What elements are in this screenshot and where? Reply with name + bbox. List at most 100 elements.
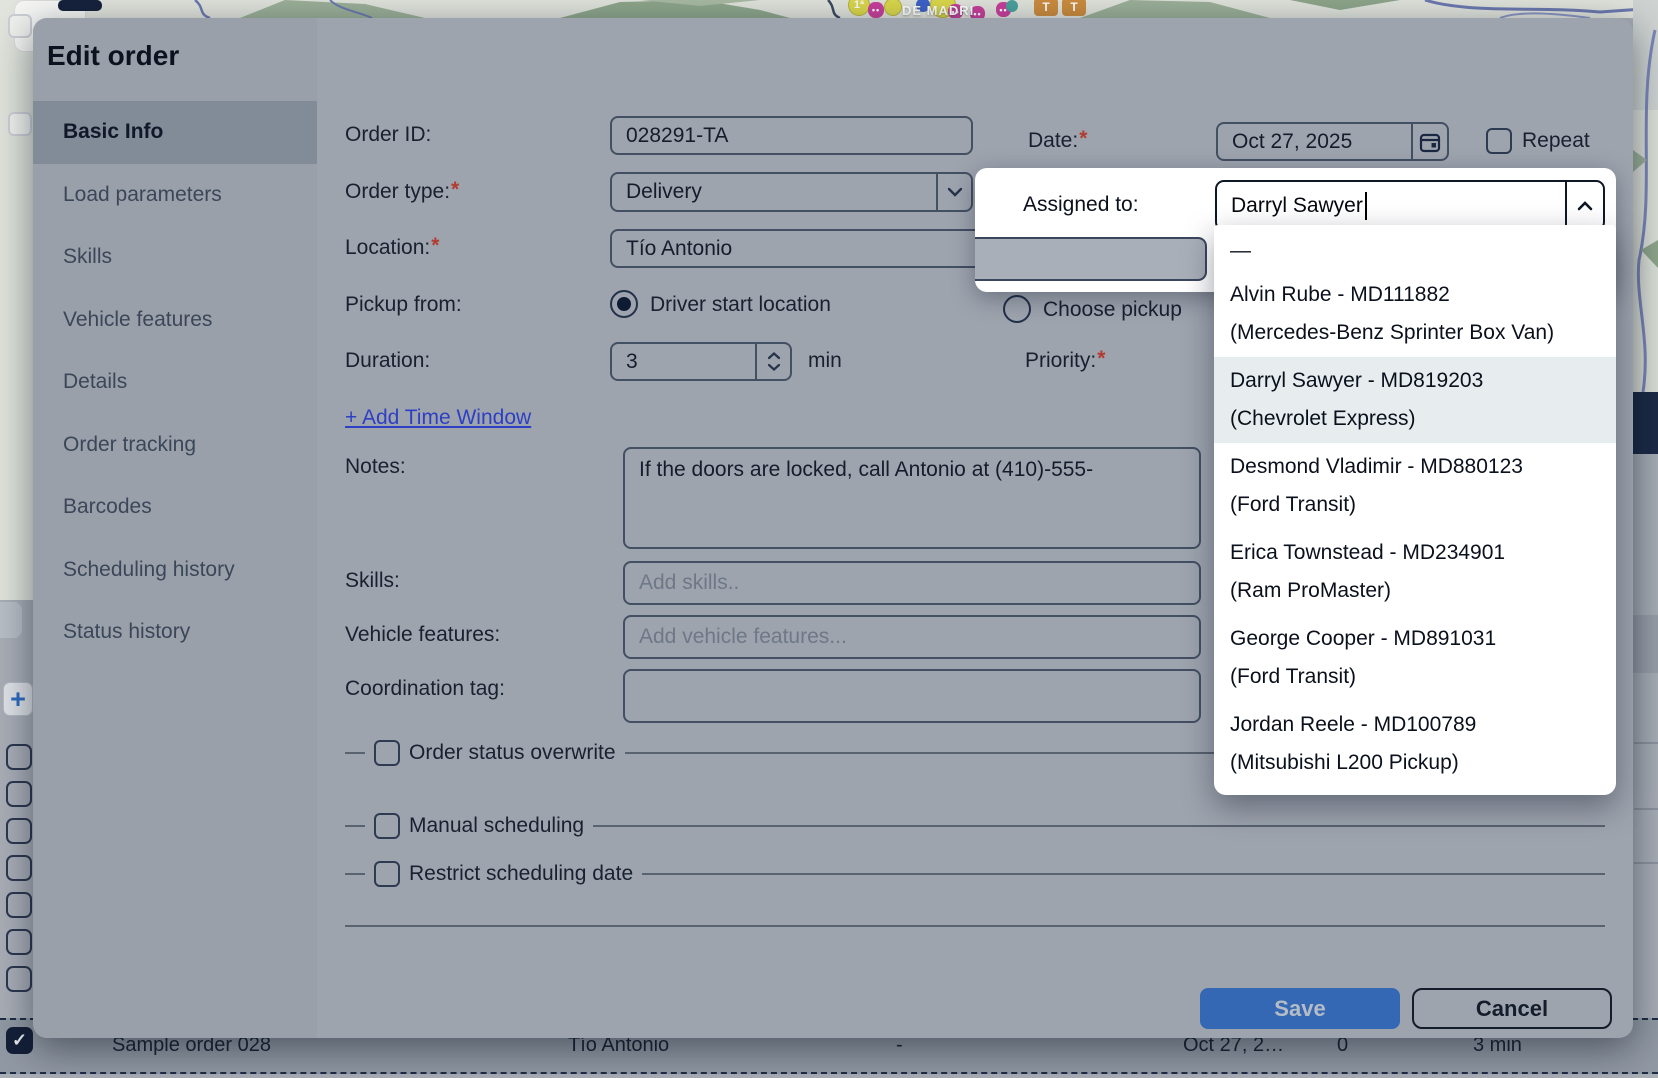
- map-zoom-control[interactable]: [8, 14, 32, 38]
- background-map-right: [1633, 0, 1658, 392]
- dropdown-option-alvin-rube[interactable]: Alvin Rube - MD111882(Mercedes-Benz Spri…: [1214, 271, 1616, 357]
- modal-sidebar: Edit order Basic Info Load parameters Sk…: [33, 18, 317, 1038]
- assigned-to-dropdown-list: — Alvin Rube - MD111882(Mercedes-Benz Sp…: [1214, 225, 1616, 795]
- row-checkbox-checked[interactable]: ✓: [6, 1027, 33, 1054]
- divider: [593, 825, 1605, 827]
- background-map-top: 1ª •• •• •• •• T T DE MADRI: [0, 0, 1658, 18]
- restrict-scheduling-date-section: Restrict scheduling date: [345, 860, 1605, 888]
- background-table-line: [1634, 742, 1658, 744]
- add-order-button[interactable]: +: [3, 682, 33, 716]
- vehicle-features-placeholder: Add vehicle features...: [639, 625, 847, 649]
- dropdown-option-erica-townstead[interactable]: Erica Townstead - MD234901(Ram ProMaster…: [1214, 529, 1616, 615]
- sidebar-items: Basic Info Load parameters Skills Vehicl…: [33, 101, 317, 664]
- calendar-icon[interactable]: [1411, 124, 1447, 159]
- skills-label: Skills:: [345, 561, 400, 601]
- screen: 1ª •• •• •• •• T T DE MADRI +: [0, 0, 1658, 1078]
- footer-divider: [345, 925, 1605, 927]
- row-checkbox[interactable]: [6, 781, 32, 807]
- assigned-to-value: Darryl Sawyer: [1231, 194, 1363, 218]
- sidebar-item-scheduling-history[interactable]: Scheduling history: [33, 539, 317, 602]
- map-cluster-badge: 1ª: [854, 0, 864, 11]
- divider: [345, 825, 365, 827]
- required-asterisk: *: [1097, 347, 1105, 370]
- coordination-tag-input[interactable]: [623, 669, 1201, 723]
- sidebar-item-load-parameters[interactable]: Load parameters: [33, 164, 317, 227]
- choose-pickup-radio[interactable]: [1003, 295, 1031, 323]
- modal-title: Edit order: [47, 40, 179, 72]
- repeat-label: Repeat: [1522, 121, 1590, 161]
- text-cursor: [1365, 192, 1367, 220]
- order-id-label: Order ID:: [345, 115, 431, 155]
- priority-label: Priority:*: [1025, 341, 1105, 381]
- restrict-scheduling-date-label: Restrict scheduling date: [409, 862, 633, 886]
- skills-placeholder: Add skills..: [639, 571, 739, 595]
- dropdown-option-desmond-vladimir[interactable]: Desmond Vladimir - MD880123(Ford Transit…: [1214, 443, 1616, 529]
- radio-selected-dot: [617, 297, 631, 311]
- chevron-up-icon[interactable]: [1565, 182, 1603, 229]
- location-input-highlight-segment: [975, 237, 1207, 281]
- manual-scheduling-section: Manual scheduling: [345, 812, 1605, 840]
- add-time-window-link[interactable]: + Add Time Window: [345, 398, 531, 438]
- save-button[interactable]: Save: [1200, 988, 1400, 1029]
- order-status-overwrite-checkbox[interactable]: [374, 740, 400, 766]
- manual-scheduling-checkbox[interactable]: [374, 813, 400, 839]
- required-asterisk: *: [431, 234, 439, 257]
- dropdown-option-jordan-reele[interactable]: Jordan Reele - MD100789(Mitsubishi L200 …: [1214, 701, 1616, 787]
- vehicle-features-input[interactable]: Add vehicle features...: [623, 615, 1201, 659]
- choose-pickup-label: Choose pickup: [1043, 290, 1182, 330]
- background-scroll-thumb: [1633, 615, 1658, 673]
- divider: [642, 873, 1605, 875]
- chevron-down-icon[interactable]: [936, 174, 971, 210]
- required-asterisk: *: [451, 178, 459, 201]
- sidebar-item-basic-info[interactable]: Basic Info: [33, 101, 317, 164]
- row-checkbox[interactable]: [6, 892, 32, 918]
- map-marker-magenta: ••: [868, 2, 884, 18]
- sidebar-item-skills[interactable]: Skills: [33, 226, 317, 289]
- order-type-label: Order type:*: [345, 172, 459, 212]
- duration-label: Duration:: [345, 341, 430, 381]
- sidebar-item-order-tracking[interactable]: Order tracking: [33, 414, 317, 477]
- row-checkbox[interactable]: [6, 818, 32, 844]
- restrict-scheduling-date-checkbox[interactable]: [374, 861, 400, 887]
- order-type-select[interactable]: Delivery: [610, 172, 973, 212]
- assigned-to-combobox[interactable]: Darryl Sawyer: [1215, 180, 1605, 231]
- row-checkbox[interactable]: [6, 966, 32, 992]
- row-checkbox[interactable]: [6, 855, 32, 881]
- duration-input[interactable]: 3: [610, 342, 792, 381]
- row-checkbox[interactable]: [6, 744, 32, 770]
- dropdown-option-none[interactable]: —: [1214, 231, 1616, 271]
- order-id-input[interactable]: 028291-TA: [610, 116, 973, 155]
- background-panel-navy: [1633, 392, 1658, 454]
- row-checkbox[interactable]: [6, 929, 32, 955]
- sidebar-item-barcodes[interactable]: Barcodes: [33, 476, 317, 539]
- dropdown-option-darryl-sawyer[interactable]: Darryl Sawyer - MD819203(Chevrolet Expre…: [1214, 357, 1616, 443]
- coordination-tag-label: Coordination tag:: [345, 669, 505, 709]
- repeat-checkbox[interactable]: [1486, 128, 1512, 154]
- pickup-from-label: Pickup from:: [345, 285, 462, 325]
- location-label: Location:*: [345, 228, 439, 268]
- map-menu-icon: [58, 0, 102, 11]
- assigned-to-label: Assigned to:: [1023, 185, 1139, 225]
- map-decoration: [0, 0, 1658, 18]
- number-stepper[interactable]: [755, 344, 790, 379]
- vehicle-features-label: Vehicle features:: [345, 615, 500, 655]
- sidebar-item-vehicle-features[interactable]: Vehicle features: [33, 289, 317, 352]
- background-panel-edge: [0, 602, 22, 638]
- background-map-left: [0, 0, 33, 600]
- sidebar-item-status-history[interactable]: Status history: [33, 601, 317, 664]
- required-asterisk: *: [1079, 127, 1087, 150]
- skills-input[interactable]: Add skills..: [623, 561, 1201, 605]
- date-input[interactable]: Oct 27, 2025: [1216, 122, 1449, 161]
- driver-start-location-radio[interactable]: [610, 290, 638, 318]
- notes-textarea[interactable]: If the doors are locked, call Antonio at…: [623, 447, 1201, 549]
- sidebar-item-details[interactable]: Details: [33, 351, 317, 414]
- map-marker-orange: T: [1062, 0, 1086, 16]
- map-text-label: DE MADRI: [902, 3, 974, 18]
- cancel-button[interactable]: Cancel: [1412, 988, 1612, 1029]
- map-zoom-control[interactable]: [8, 112, 32, 136]
- map-marker-orange: T: [1034, 0, 1058, 16]
- date-label: Date:*: [1028, 121, 1087, 161]
- duration-unit-label: min: [808, 341, 842, 381]
- dropdown-option-george-cooper[interactable]: George Cooper - MD891031(Ford Transit): [1214, 615, 1616, 701]
- divider: [345, 873, 365, 875]
